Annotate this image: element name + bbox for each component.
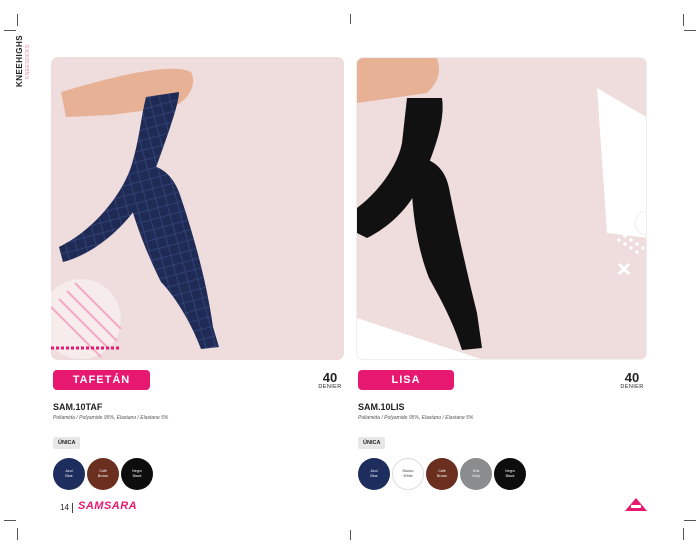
product-image-lisa [356,57,647,360]
crop-mark [17,14,18,26]
crop-mark [17,528,18,540]
page-number: 14 [60,503,69,512]
crop-mark [683,14,684,26]
size-badge: ÚNICA [358,437,386,449]
crop-mark [684,30,696,31]
product-name-badge: TAFETÁN [53,370,150,390]
brand-logo: SAMSARA [78,500,138,512]
color-swatch: Negro Black [121,458,153,490]
size-badge: ÚNICA [53,437,81,449]
denier-value: 40 [322,370,338,385]
legs-illustration [357,58,646,359]
color-swatch: Blanco White [392,458,424,490]
crop-mark [684,520,696,521]
denier-label: DENIER [318,384,342,390]
crop-mark [350,530,351,540]
color-swatch: Café Brown [426,458,458,490]
product-code: SAM.10TAF [53,402,103,412]
crop-mark [4,520,16,521]
product-code: SAM.10LIS [358,402,405,412]
color-swatch: Café Brown [87,458,119,490]
denier-info: 40 DENIER [616,371,648,390]
color-swatch: Gris Grey [460,458,492,490]
color-name-en: Grey [472,474,480,478]
color-swatch: Azul Blue [53,458,85,490]
legs-illustration [51,68,219,359]
color-name-en: Black [132,474,142,478]
crop-mark [350,14,351,24]
denier-label: DENIER [620,384,644,390]
divider [72,503,73,513]
color-name-en: Black [505,474,515,478]
color-name-en: Brown [436,474,448,478]
side-category-label: KNEEHIGHS KNEESOCKS [15,35,51,105]
category-title: KNEEHIGHS [15,34,24,87]
product-name-badge: LISA [358,370,454,390]
crop-mark [4,30,16,31]
product-composition: Poliamida / Polyamide 95%, Elastano / El… [53,415,169,421]
color-name-en: Blue [65,474,73,478]
color-name-en: White [403,474,413,478]
denier-info: 40 DENIER [314,371,346,390]
color-name-en: Brown [97,474,109,478]
denier-value: 40 [624,370,640,385]
color-swatch: Azul Blue [358,458,390,490]
product-composition: Poliamida / Polyamide 95%, Elastano / El… [358,415,474,421]
color-name-en: Blue [370,474,378,478]
category-subtitle: KNEESOCKS [25,44,31,79]
color-swatch: Negro Black [494,458,526,490]
product-image-tafetan [51,57,344,360]
crop-mark [683,528,684,540]
corner-logo-icon [625,498,647,511]
